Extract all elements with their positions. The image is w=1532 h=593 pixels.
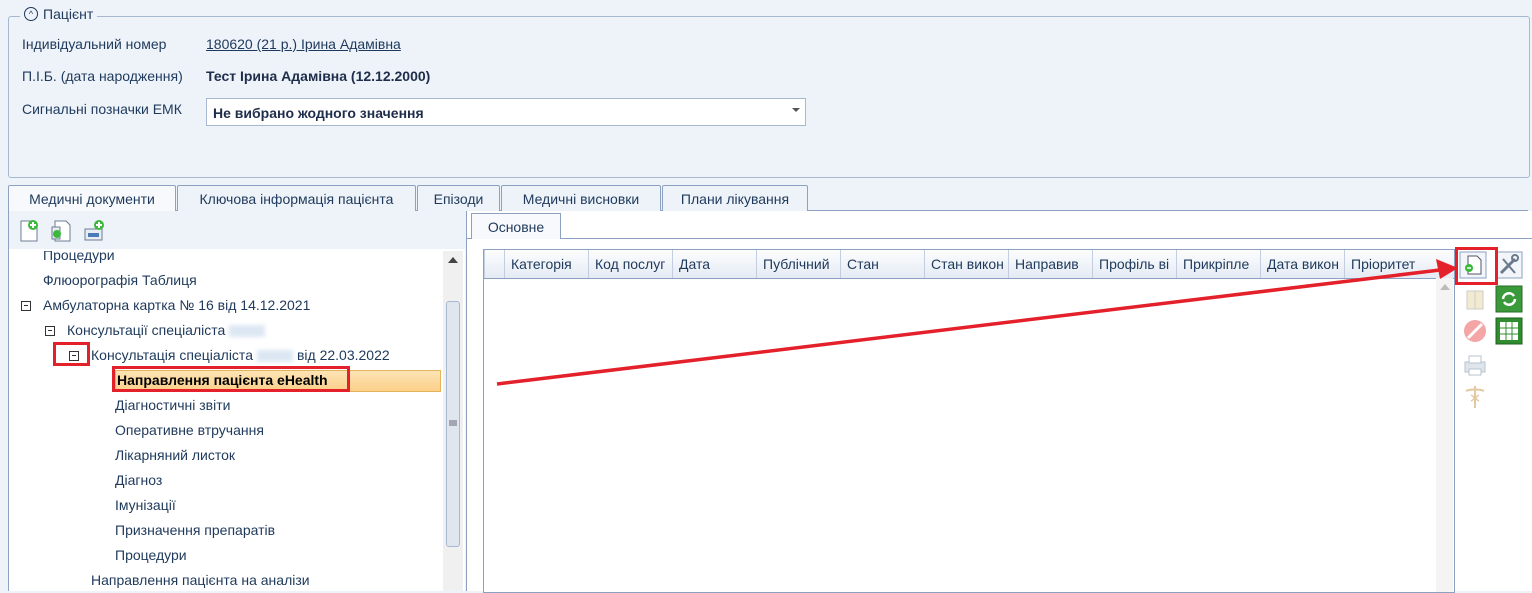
tab-medical-documents[interactable]: Медичні документи	[8, 185, 176, 213]
tree-scrollbar[interactable]	[443, 251, 463, 591]
tree-item-fluorography[interactable]: Флюорографія Таблиця	[43, 272, 197, 288]
add-record-icon[interactable]	[82, 219, 106, 243]
tab-medical-conclusions[interactable]: Медичні висновки	[501, 185, 661, 211]
book-icon	[1466, 290, 1484, 310]
signal-label: Сигнальні позначки ЕМК	[22, 101, 182, 117]
collapse-icon[interactable]: ^	[24, 7, 38, 21]
grid-column-header[interactable]: Стан	[840, 250, 924, 278]
tree-item-consultations[interactable]: Консультації спеціаліста	[67, 322, 269, 338]
right-panel: Основне Категорія Код послуг Дата Публіч…	[466, 211, 1532, 593]
signal-marks-value: Не вибрано жодного значення	[213, 105, 424, 121]
tree-item-label: Консультація спеціаліста	[91, 347, 253, 363]
grid-column-header[interactable]: Код послуг	[588, 250, 672, 278]
highlight-box-expander	[53, 342, 90, 366]
tree-item-date: від 22.03.2022	[296, 347, 390, 363]
grid-column-header[interactable]: Стан викон	[924, 250, 1008, 278]
tree-item-procedures[interactable]: Процедури	[43, 251, 115, 263]
grid-scrollbar[interactable]	[1436, 278, 1453, 592]
grid-column-header[interactable]: Направив	[1008, 250, 1092, 278]
tree-item-diagnostic-reports[interactable]: Діагностичні звіти	[115, 397, 230, 413]
tree-item-surgery[interactable]: Оперативне втручання	[115, 422, 264, 438]
tree-item-ambulatory-card[interactable]: Амбулаторна картка № 16 від 14.12.2021	[43, 297, 310, 313]
cancel-icon	[1464, 320, 1486, 342]
left-toolbar	[9, 211, 465, 249]
highlight-box-selected-item	[112, 366, 350, 392]
grid-column-header[interactable]: Публічний	[756, 250, 840, 278]
scroll-thumb[interactable]	[446, 301, 460, 547]
open-document-icon[interactable]	[49, 219, 73, 243]
grid-column-header[interactable]: Пріоритет	[1344, 250, 1436, 278]
tree-item-consultation[interactable]: Консультація спеціаліста від 22.03.2022	[91, 347, 390, 363]
tab-key-info[interactable]: Ключова інформація пацієнта	[177, 185, 416, 211]
tree-item-immunizations[interactable]: Імунізації	[115, 497, 176, 513]
subtab-line	[467, 238, 1532, 239]
tree-item-lab-referral[interactable]: Направлення пацієнта на аналізи	[91, 572, 310, 588]
tools-icon[interactable]	[1495, 251, 1523, 279]
grid-header: Категорія Код послуг Дата Публічний Стан…	[484, 250, 1454, 279]
tab-treatment-plans[interactable]: Плани лікування	[662, 185, 808, 211]
grid-column-indicator	[484, 250, 504, 278]
chevron-down-icon[interactable]	[792, 108, 800, 112]
patient-group-header[interactable]: ^ Пацієнт	[20, 6, 98, 22]
tree-item-procedures-2[interactable]: Процедури	[115, 547, 187, 563]
grip-icon	[449, 420, 457, 426]
collapse-icon[interactable]	[45, 326, 55, 336]
print-icon	[1464, 355, 1486, 376]
grid-column-header[interactable]: Профіль ві	[1092, 250, 1176, 278]
name-label: П.І.Б. (дата народження)	[22, 68, 183, 84]
tab-episodes[interactable]: Епізоди	[417, 185, 500, 211]
refresh-icon[interactable]	[1495, 285, 1523, 313]
grid-column-header[interactable]: Прикріпле	[1176, 250, 1260, 278]
tree-item-diagnosis[interactable]: Діагноз	[115, 472, 162, 488]
document-tree[interactable]: Процедури Флюорографія Таблиця Амбулатор…	[11, 251, 443, 591]
grid-column-header[interactable]: Дата	[672, 250, 756, 278]
spreadsheet-icon[interactable]	[1495, 317, 1523, 345]
tree-item-label: Консультації спеціаліста	[67, 322, 226, 338]
patient-id-link[interactable]: 180620 (21 р.) Ірина Адамівна	[206, 36, 401, 52]
tab-main[interactable]: Основне	[471, 213, 561, 239]
patient-group-title: Пацієнт	[43, 6, 94, 22]
tree-item-sick-leave[interactable]: Лікарняний листок	[115, 447, 235, 463]
signal-marks-dropdown[interactable]: Не вибрано жодного значення	[206, 98, 806, 126]
scroll-up-icon[interactable]	[1440, 284, 1450, 290]
grid-column-header[interactable]: Категорія	[504, 250, 588, 278]
collapse-icon[interactable]	[21, 301, 31, 311]
referrals-grid[interactable]: Категорія Код послуг Дата Публічний Стан…	[483, 249, 1455, 593]
patient-name: Тест Ірина Адамівна (12.12.2000)	[206, 68, 431, 84]
id-label: Індивідуальний номер	[22, 36, 167, 52]
highlight-box-create-button	[1455, 247, 1498, 285]
redacted-text	[229, 325, 266, 338]
scroll-up-icon[interactable]	[448, 257, 458, 263]
new-document-icon[interactable]	[17, 219, 41, 243]
tree-item-prescriptions[interactable]: Призначення препаратів	[115, 522, 275, 538]
left-panel: Процедури Флюорографія Таблиця Амбулатор…	[8, 211, 465, 591]
caduceus-icon	[1465, 386, 1485, 408]
grid-column-header[interactable]: Дата викон	[1260, 250, 1344, 278]
redacted-text	[256, 350, 293, 363]
